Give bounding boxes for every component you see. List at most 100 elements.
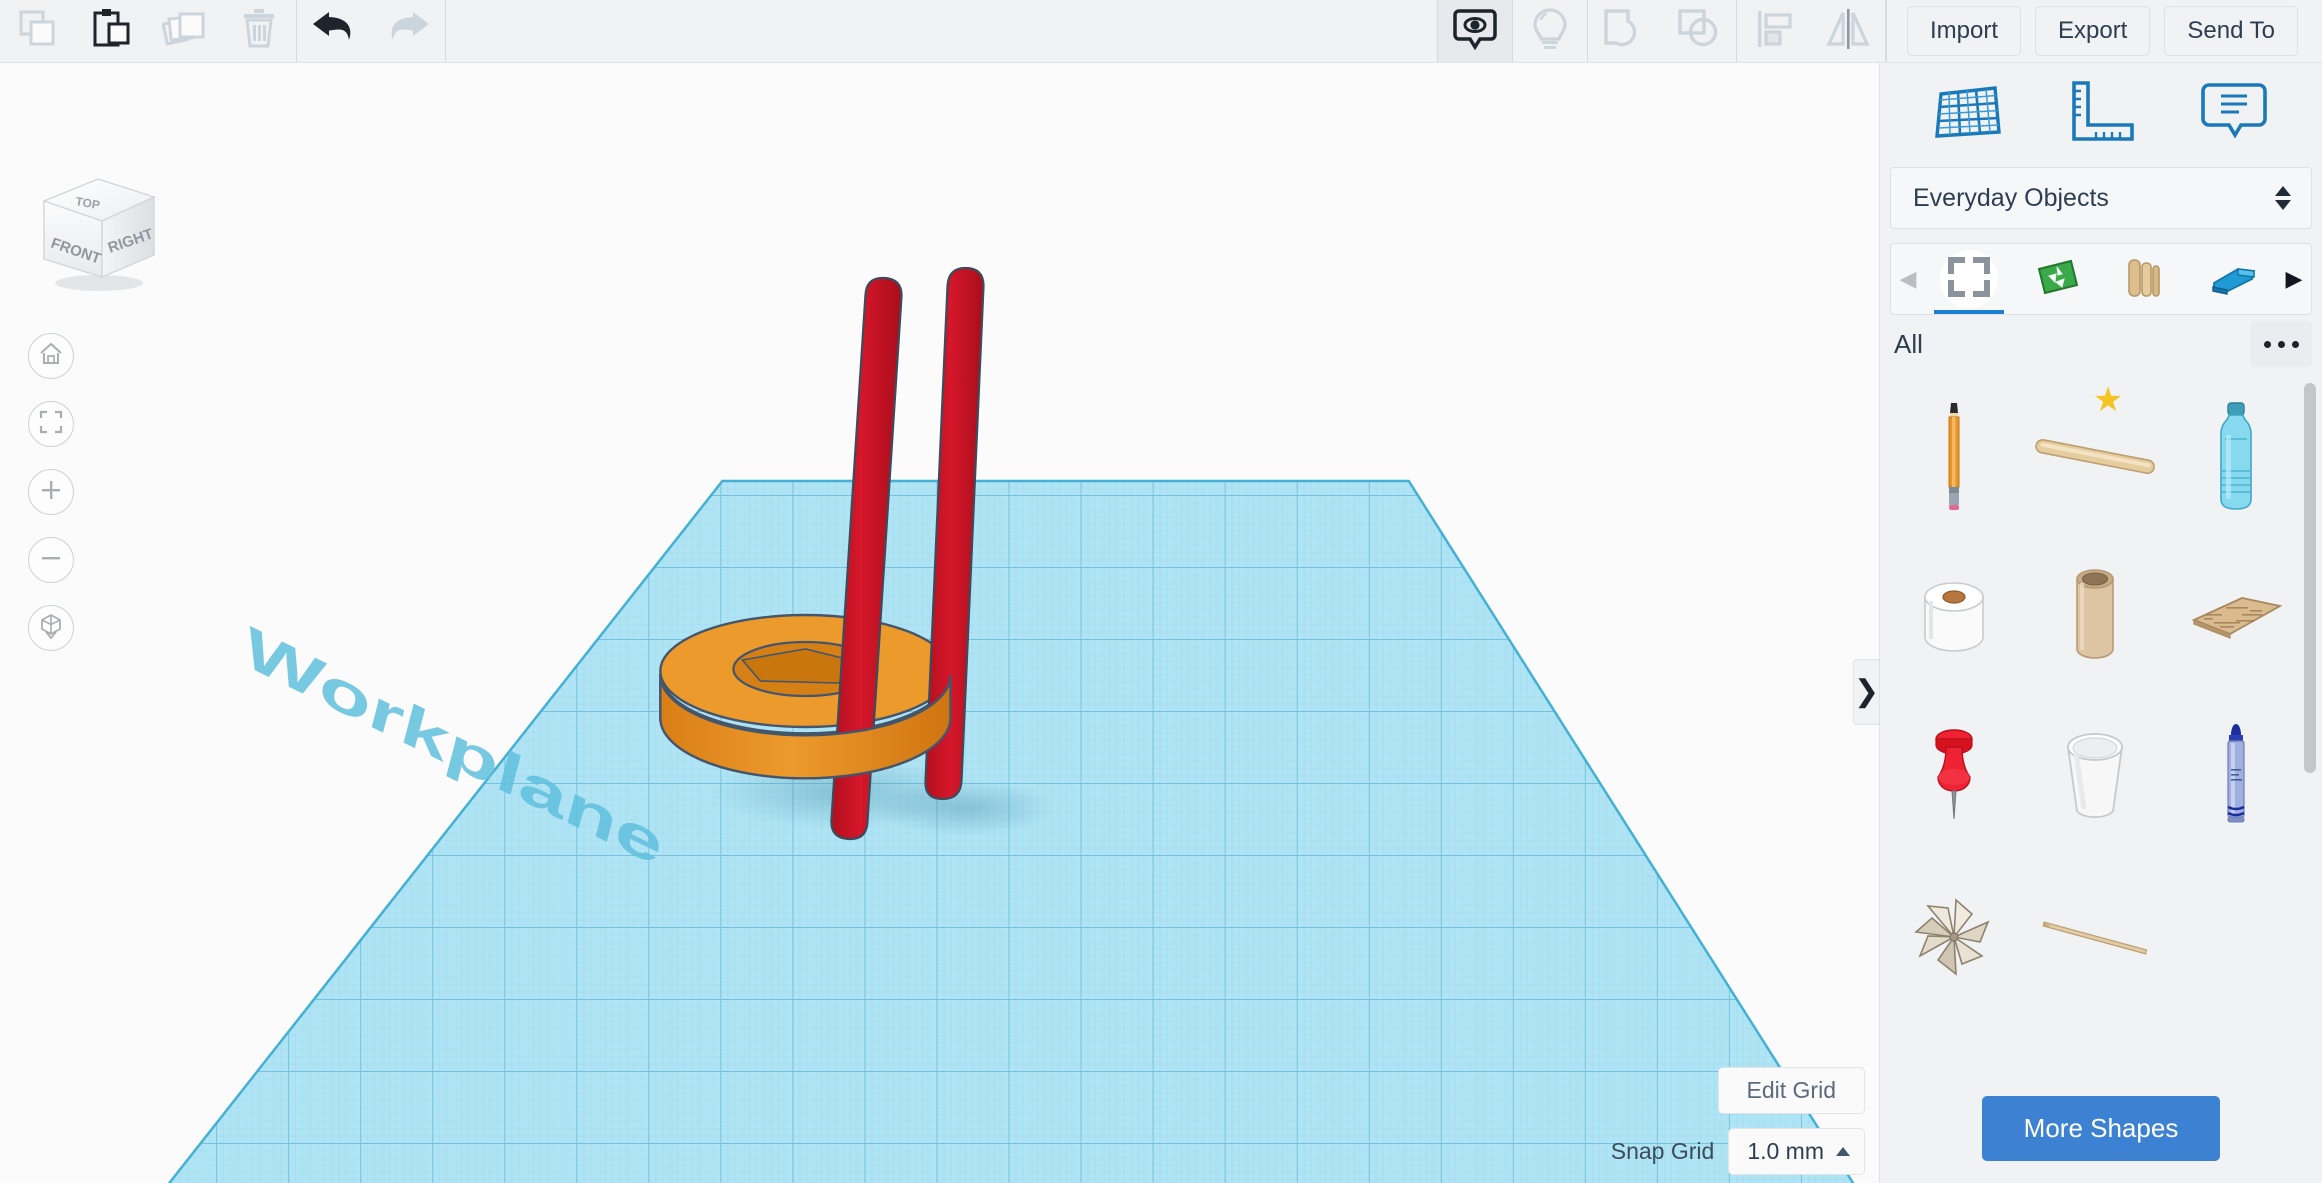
redo-button[interactable] (371, 0, 445, 62)
shape-craft-stick[interactable]: ★ (2025, 377, 2166, 537)
ungroup-button[interactable] (1662, 0, 1736, 62)
shape-tools-group (1436, 0, 1886, 62)
snap-grid-row: Snap Grid 1.0 mm (1611, 1128, 1865, 1175)
redo-icon (383, 7, 433, 56)
edit-tools-group (0, 0, 296, 62)
tab-office[interactable] (2190, 244, 2276, 314)
workplane-button[interactable] (1923, 74, 2013, 152)
dot-icon (2277, 340, 2285, 348)
tab-recycled[interactable] (2014, 244, 2100, 314)
shape-library-select[interactable]: Everyday Objects (1890, 167, 2312, 229)
tab-wood[interactable] (2102, 244, 2188, 314)
3d-viewport[interactable]: Workplane TOP FRONT RIGHT Edit Grid Snap… (0, 63, 1879, 1183)
edit-grid-button[interactable]: Edit Grid (1717, 1067, 1865, 1114)
hint-button[interactable] (1513, 0, 1587, 62)
ruler-icon (2066, 79, 2136, 148)
lightbulb-icon (1528, 6, 1572, 57)
shape-gallery: ★ (1880, 373, 2322, 1073)
shape-toothpick[interactable] (2025, 857, 2166, 1017)
grid-controls: Edit Grid Snap Grid 1.0 mm (1611, 1067, 1865, 1175)
zoom-in-button[interactable] (28, 469, 74, 515)
import-button[interactable]: Import (1906, 6, 2021, 56)
workplane-icon (1933, 80, 2003, 147)
panel-footer: More Shapes (1880, 1073, 2322, 1183)
copy-button[interactable] (0, 0, 74, 62)
spinner-icon (2275, 186, 2291, 210)
notes-button[interactable] (2189, 74, 2279, 152)
copy-icon (15, 7, 59, 56)
editor-body: Workplane TOP FRONT RIGHT Edit Grid Snap… (0, 63, 2322, 1183)
group-button[interactable] (1588, 0, 1662, 62)
gallery-options-button[interactable] (2250, 321, 2312, 367)
zoom-in-icon (38, 477, 64, 508)
gallery-scrollbar[interactable] (2304, 383, 2316, 773)
zoom-out-button[interactable] (28, 537, 74, 583)
history-tools-group (297, 0, 445, 62)
send-to-button[interactable]: Send To (2164, 6, 2298, 56)
duplicate-icon (161, 6, 208, 57)
ungroup-icon (1675, 6, 1723, 57)
undo-button[interactable] (297, 0, 371, 62)
align-icon (1752, 6, 1796, 57)
tinkercad-editor: Import Export Send To Workplane TOP FRON… (0, 0, 2322, 1183)
zoom-out-icon (38, 545, 64, 576)
fit-all-button[interactable] (28, 401, 74, 447)
dot-icon (2291, 340, 2299, 348)
mirror-button[interactable] (1811, 0, 1885, 62)
dot-icon (2263, 340, 2271, 348)
export-button[interactable]: Export (2034, 6, 2151, 56)
shape-paper-cup[interactable] (2025, 697, 2166, 857)
mirror-icon (1825, 6, 1871, 57)
home-view-button[interactable] (28, 333, 74, 379)
align-button[interactable] (1737, 0, 1811, 62)
recycle-square-icon (2033, 255, 2081, 304)
shape-crayon[interactable] (2165, 697, 2306, 857)
chevron-right-icon: ▶ (2285, 266, 2303, 291)
stapler-icon (2208, 257, 2258, 302)
top-toolbar: Import Export Send To (0, 0, 2322, 63)
shapes-panel: Everyday Objects ◀ ▶ All ★ More Shapes (1879, 63, 2322, 1183)
more-shapes-button[interactable]: More Shapes (1981, 1095, 2221, 1161)
ruler-button[interactable] (2056, 74, 2146, 152)
shape-pencil[interactable] (1884, 377, 2025, 537)
select-brackets-icon (1945, 253, 1993, 306)
perspective-toggle-button[interactable] (28, 605, 74, 651)
fit-all-icon (38, 409, 64, 440)
show-hide-button[interactable] (1437, 0, 1512, 62)
duplicate-button[interactable] (148, 0, 222, 62)
shape-paper-pinwheel[interactable] (1884, 857, 2025, 1017)
shape-push-pin[interactable] (1884, 697, 2025, 857)
favorite-star-icon: ★ (2092, 381, 2124, 419)
shape-cardboard-tube[interactable] (2025, 537, 2166, 697)
wood-dowels-icon (2121, 254, 2169, 305)
home-view-icon (38, 341, 64, 372)
toolbar-actions: Import Export Send To (1885, 0, 2322, 62)
category-tabs: ◀ ▶ (1890, 243, 2312, 315)
shape-water-bottle[interactable] (2165, 377, 2306, 537)
object-shadow-2 (875, 780, 1056, 836)
caret-up-icon (1836, 1147, 1850, 1156)
show-hide-icon (1452, 6, 1498, 57)
panel-collapse-handle[interactable]: ❯ (1853, 659, 1879, 725)
shape-toilet-paper-roll[interactable] (1884, 537, 2025, 697)
shape-library-value: Everyday Objects (1913, 183, 2109, 212)
viewport-nav-controls (28, 333, 74, 651)
delete-button[interactable] (222, 0, 296, 62)
snap-grid-select[interactable]: 1.0 mm (1728, 1128, 1865, 1175)
notes-icon (2200, 79, 2267, 148)
delete-icon (237, 7, 281, 56)
gallery-title: All (1894, 328, 1923, 359)
view-cube[interactable]: TOP FRONT RIGHT (24, 173, 174, 293)
category-prev-button[interactable]: ◀ (1891, 244, 1925, 314)
chevron-right-icon: ❯ (1853, 675, 1879, 708)
chevron-left-icon: ◀ (1899, 266, 1917, 291)
snap-grid-label: Snap Grid (1610, 1138, 1715, 1164)
category-next-button[interactable]: ▶ (2277, 244, 2311, 314)
group-icon (1601, 6, 1649, 57)
paste-button[interactable] (74, 0, 148, 62)
workplane-scene: Workplane (167, 266, 1855, 1183)
panel-tool-icons (1880, 63, 2322, 163)
shape-cardboard-sheet[interactable] (2165, 537, 2306, 697)
tab-all[interactable] (1926, 244, 2012, 314)
